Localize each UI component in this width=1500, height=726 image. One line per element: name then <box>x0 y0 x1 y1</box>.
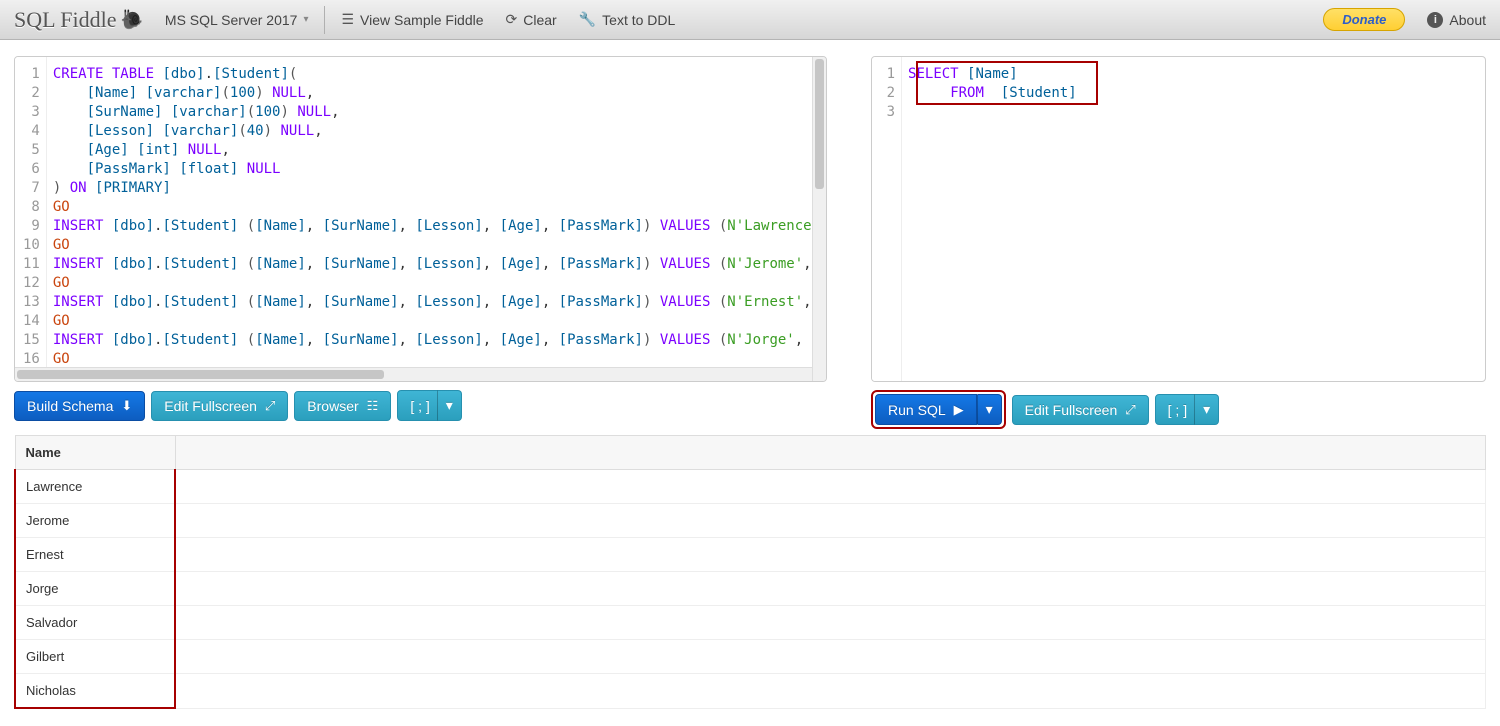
list-icon: ☰ <box>341 11 354 28</box>
donate-label: Donate <box>1342 12 1386 27</box>
table-row: Nicholas <box>15 674 1486 709</box>
result-cell: Jerome <box>15 504 175 538</box>
download-icon: ⬇ <box>121 398 132 414</box>
schema-editor[interactable]: 1234567891011121314151617 CREATE TABLE [… <box>14 56 827 382</box>
schema-toolbar: Build Schema ⬇ Edit Fullscreen ⤢ Browser… <box>14 390 827 421</box>
query-terminator-dropdown[interactable]: ▾ <box>1194 394 1219 425</box>
clear-link[interactable]: ⟳ Clear <box>506 11 557 28</box>
db-engine-selector[interactable]: MS SQL Server 2017 ▾ <box>165 12 309 28</box>
schema-editor-code[interactable]: CREATE TABLE [dbo].[Student]( [Name] [va… <box>47 57 826 381</box>
results-table: Name Lawrence Jerome Ernest Jorge Salvad… <box>14 435 1486 709</box>
clear-label: Clear <box>523 12 556 28</box>
build-schema-button[interactable]: Build Schema ⬇ <box>14 391 145 421</box>
query-editor[interactable]: 123 SELECT [Name] FROM [Student] <box>871 56 1486 382</box>
table-row: Salvador <box>15 606 1486 640</box>
schema-editor-vscrollbar[interactable] <box>812 57 826 381</box>
caret-down-icon: ▾ <box>1203 401 1210 418</box>
table-row: Ernest <box>15 538 1486 572</box>
results-area: Name Lawrence Jerome Ernest Jorge Salvad… <box>14 435 1486 709</box>
donate-button[interactable]: Donate <box>1323 8 1405 31</box>
table-row: Jorge <box>15 572 1486 606</box>
schema-edit-fullscreen-label: Edit Fullscreen <box>164 398 257 414</box>
table-row: Jerome <box>15 504 1486 538</box>
results-header-name: Name <box>15 436 175 470</box>
query-toolbar: Run SQL ▶ ▾ Edit Fullscreen ⤢ [ ; ] <box>871 390 1486 429</box>
run-sql-highlight-annotation: Run SQL ▶ ▾ <box>871 390 1006 429</box>
table-row: Gilbert <box>15 640 1486 674</box>
result-cell: Jorge <box>15 572 175 606</box>
query-terminator-label: [ ; ] <box>1168 402 1187 418</box>
run-sql-dropdown[interactable]: ▾ <box>977 394 1002 425</box>
caret-down-icon: ▾ <box>986 401 993 418</box>
schema-terminator-label: [ ; ] <box>410 398 429 414</box>
text-to-ddl-label: Text to DDL <box>602 12 675 28</box>
result-cell: Gilbert <box>15 640 175 674</box>
build-schema-label: Build Schema <box>27 398 113 414</box>
query-edit-fullscreen-button[interactable]: Edit Fullscreen ⤢ <box>1012 395 1149 425</box>
tree-icon: ☷ <box>367 398 379 414</box>
expand-icon: ⤢ <box>1125 402 1135 418</box>
brand-snail-icon: 🐌 <box>120 9 142 30</box>
schema-terminator-dropdown[interactable]: ▾ <box>437 390 462 421</box>
browser-button[interactable]: Browser ☷ <box>294 391 391 421</box>
info-icon: i <box>1427 12 1443 28</box>
view-sample-label: View Sample Fiddle <box>360 12 483 28</box>
about-label: About <box>1449 12 1486 28</box>
query-editor-code[interactable]: SELECT [Name] FROM [Student] <box>902 57 1485 381</box>
db-engine-label: MS SQL Server 2017 <box>165 12 298 28</box>
schema-editor-hscrollbar[interactable] <box>15 367 812 381</box>
wrench-icon: 🔧 <box>579 11 596 28</box>
schema-edit-fullscreen-button[interactable]: Edit Fullscreen ⤢ <box>151 391 288 421</box>
nav-divider <box>324 6 325 34</box>
about-link[interactable]: i About <box>1427 12 1486 28</box>
query-edit-fullscreen-label: Edit Fullscreen <box>1025 402 1118 418</box>
table-row: Lawrence <box>15 470 1486 504</box>
play-icon: ▶ <box>954 402 964 418</box>
result-cell: Nicholas <box>15 674 175 709</box>
run-sql-button[interactable]: Run SQL ▶ <box>875 394 977 425</box>
schema-editor-gutter: 1234567891011121314151617 <box>15 57 47 381</box>
expand-icon: ⤢ <box>265 398 275 414</box>
top-navbar: SQL Fiddle 🐌 MS SQL Server 2017 ▾ ☰ View… <box>0 0 1500 40</box>
caret-down-icon: ▾ <box>303 14 308 25</box>
brand-logo[interactable]: SQL Fiddle 🐌 <box>14 7 143 33</box>
result-cell: Lawrence <box>15 470 175 504</box>
result-cell: Salvador <box>15 606 175 640</box>
caret-down-icon: ▾ <box>446 397 453 414</box>
result-cell: Ernest <box>15 538 175 572</box>
schema-terminator-button[interactable]: [ ; ] <box>397 390 442 421</box>
text-to-ddl-link[interactable]: 🔧 Text to DDL <box>579 11 676 28</box>
brand-text: SQL Fiddle <box>14 7 116 33</box>
view-sample-fiddle-link[interactable]: ☰ View Sample Fiddle <box>341 11 483 28</box>
refresh-icon: ⟳ <box>506 11 518 28</box>
browser-label: Browser <box>307 398 358 414</box>
query-editor-gutter: 123 <box>872 57 902 381</box>
run-sql-label: Run SQL <box>888 402 946 418</box>
